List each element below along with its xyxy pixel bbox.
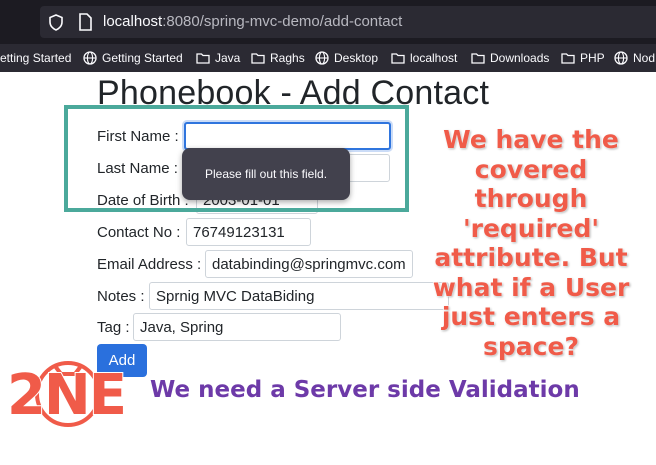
bookmark-php[interactable]: PHP xyxy=(561,49,605,67)
required-attribute-note: We have the covered through 'required' a… xyxy=(418,124,644,361)
bookmark-getting-started-partial[interactable]: etting Started xyxy=(0,49,71,67)
note-line: space? xyxy=(482,331,579,361)
bookmark-raghs[interactable]: Raghs xyxy=(251,49,305,67)
tag-input[interactable] xyxy=(133,313,341,341)
logo-text: 2NE xyxy=(7,363,125,428)
bookmark-label: etting Started xyxy=(0,51,72,65)
note-line: just enters a xyxy=(441,301,621,331)
bookmark-label: Desktop xyxy=(334,51,379,65)
bookmark-downloads[interactable]: Downloads xyxy=(471,49,549,67)
contact-no-label: Contact No : xyxy=(97,224,181,241)
email-input[interactable] xyxy=(205,250,413,278)
globe-icon xyxy=(614,51,628,65)
url-path: :8080/spring-mvc-demo/add-contact xyxy=(162,13,403,30)
bookmarks-toolbar: etting Started Getting Started Java Ragh… xyxy=(0,44,656,72)
note-line: covered through xyxy=(474,154,588,214)
bookmark-localhost[interactable]: localhost xyxy=(391,49,457,67)
highlight-box xyxy=(64,105,409,212)
notes-input[interactable] xyxy=(149,282,449,310)
url-text[interactable]: localhost:8080/spring-mvc-demo/add-conta… xyxy=(103,13,402,30)
folder-icon xyxy=(471,53,485,64)
bookmark-label: PHP xyxy=(580,51,605,65)
server-validation-note: We need a Server side Validation xyxy=(150,377,580,404)
bookmark-label: Raghs xyxy=(270,51,305,65)
tag-label: Tag : xyxy=(97,319,130,336)
bookmark-getting-started[interactable]: Getting Started xyxy=(83,49,183,67)
bookmark-label: Getting Started xyxy=(102,51,183,65)
bookmark-java[interactable]: Java xyxy=(196,49,240,67)
note-line: We have the xyxy=(443,124,620,154)
notes-label: Notes : xyxy=(97,288,145,305)
bookmark-label: Nod xyxy=(633,51,656,65)
folder-icon xyxy=(196,53,210,64)
globe-icon xyxy=(83,51,97,65)
folder-icon xyxy=(251,53,265,64)
contact-no-input[interactable] xyxy=(186,218,311,246)
folder-icon xyxy=(391,53,405,64)
globe-icon xyxy=(315,51,329,65)
page-icon xyxy=(79,13,92,31)
bookmark-label: Downloads xyxy=(490,51,550,65)
email-label: Email Address : xyxy=(97,256,202,273)
note-line: what if a User xyxy=(432,272,630,302)
folder-icon xyxy=(561,53,575,64)
bookmark-label: localhost xyxy=(410,51,458,65)
shield-icon[interactable] xyxy=(48,14,64,31)
url-host: localhost xyxy=(103,13,163,30)
bookmark-label: Java xyxy=(215,51,241,65)
note-line: attribute. But xyxy=(434,242,628,272)
bookmark-node[interactable]: Nod xyxy=(614,49,655,67)
note-line: 'required' xyxy=(462,213,600,243)
2ne-logo: 2NE xyxy=(6,361,128,429)
bookmark-desktop[interactable]: Desktop xyxy=(315,49,378,67)
